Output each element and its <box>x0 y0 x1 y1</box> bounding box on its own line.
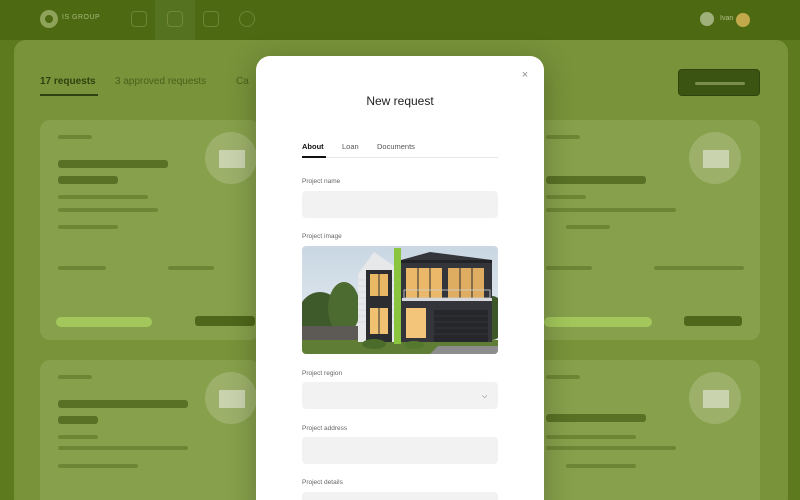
project-details-input[interactable] <box>302 492 498 500</box>
status-badge <box>56 317 152 327</box>
tab-loan[interactable]: Loan <box>342 142 359 151</box>
notification-badge-icon[interactable] <box>736 13 750 27</box>
tab-approved-requests[interactable]: 3 approved requests <box>115 76 206 87</box>
logo-text: IS GROUP <box>62 14 101 21</box>
project-thumbnail <box>689 372 741 424</box>
close-icon[interactable]: × <box>518 68 532 82</box>
project-region-label: Project region <box>302 370 343 377</box>
house-photo <box>302 246 498 354</box>
avatar[interactable] <box>700 12 714 26</box>
request-card[interactable] <box>40 360 260 500</box>
project-image-label: Project image <box>302 233 342 240</box>
new-request-modal: × New request About Loan Documents Proje… <box>256 56 544 500</box>
top-navigation-bar: IS GROUP Ivan <box>0 0 800 40</box>
modal-title: New request <box>366 94 434 108</box>
new-request-button[interactable] <box>678 69 760 96</box>
project-image[interactable] <box>302 246 498 354</box>
project-thumbnail <box>689 132 741 184</box>
logo-icon[interactable] <box>40 10 58 28</box>
home-icon[interactable] <box>167 11 183 27</box>
tab-underline <box>40 94 98 96</box>
modal-tabs: About Loan Documents <box>302 140 498 158</box>
project-details-label: Project details <box>302 479 343 486</box>
status-badge <box>544 317 652 327</box>
request-card[interactable] <box>534 360 760 500</box>
folder-icon[interactable] <box>203 11 219 27</box>
request-card[interactable] <box>40 120 260 340</box>
project-name-input[interactable] <box>302 191 498 218</box>
tab-about[interactable]: About <box>302 142 324 151</box>
tab-documents[interactable]: Documents <box>377 142 415 151</box>
chevron-down-icon[interactable]: ⌵ <box>482 393 487 401</box>
project-name-label: Project name <box>302 178 341 185</box>
tab-other[interactable]: Ca <box>236 76 249 87</box>
settings-icon[interactable] <box>239 11 255 27</box>
project-thumbnail <box>205 132 257 184</box>
active-tab-underline <box>302 156 326 158</box>
project-address-input[interactable] <box>302 437 498 464</box>
project-region-select[interactable] <box>302 382 498 409</box>
dashboard-icon[interactable] <box>131 11 147 27</box>
tab-all-requests[interactable]: 17 requests <box>40 76 96 87</box>
user-name: Ivan <box>720 15 734 22</box>
project-thumbnail <box>205 372 257 424</box>
request-card[interactable] <box>534 120 760 340</box>
project-address-label: Project address <box>302 425 348 432</box>
